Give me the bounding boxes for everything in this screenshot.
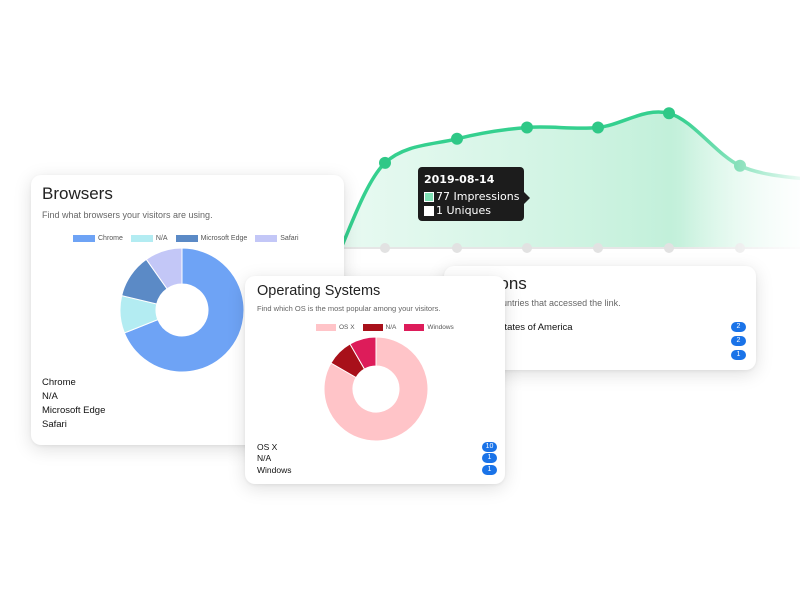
legend-label: Chrome <box>98 235 123 242</box>
os-donut-chart <box>323 336 429 442</box>
location-count-badge: 1 <box>731 350 746 360</box>
legend-label: Microsoft Edge <box>200 235 248 242</box>
browser-label: N/A <box>42 390 58 402</box>
chart-tooltip: 2019-08-14 77 Impressions 1 Uniques <box>418 167 530 221</box>
tooltip-impressions-row: 77 Impressions <box>424 190 519 203</box>
browsers-title: Browsers <box>42 184 113 203</box>
os-legend[interactable]: OS X N/A Windows <box>316 324 454 331</box>
tooltip-impressions: 77 Impressions <box>436 190 520 203</box>
os-list-item: N/A 1 <box>257 453 497 465</box>
os-list: OS X 10 N/A 1 Windows 1 <box>257 441 497 476</box>
legend-swatch <box>73 235 95 242</box>
browser-label: Safari <box>42 418 67 430</box>
os-card: Operating Systems Find which OS is the m… <box>245 276 505 484</box>
os-label: Windows <box>257 464 292 475</box>
browser-label: Microsoft Edge <box>42 404 106 416</box>
legend-label: N/A <box>385 324 397 331</box>
os-count-badge: 10 <box>482 441 497 452</box>
browser-list-item: N/A <box>42 389 242 403</box>
browsers-list: Chrome N/A Microsoft Edge Safari <box>42 375 242 431</box>
browsers-donut-chart <box>119 247 245 373</box>
os-list-item: Windows 1 <box>257 464 497 476</box>
os-legend-item[interactable]: N/A <box>362 324 397 331</box>
os-title: Operating Systems <box>257 283 381 299</box>
legend-label: N/A <box>155 235 168 242</box>
tooltip-uniques-row: 1 Uniques <box>424 204 491 217</box>
legend-swatch <box>255 235 278 242</box>
legend-swatch <box>316 324 336 331</box>
tooltip-date: 2019-08-14 <box>424 173 495 186</box>
os-count-badge: 1 <box>482 464 497 475</box>
os-legend-item[interactable]: Windows <box>404 324 454 331</box>
browsers-legend-item[interactable]: Chrome <box>73 235 123 242</box>
legend-swatch <box>175 235 198 242</box>
os-label: N/A <box>257 453 272 464</box>
legend-label: Windows <box>427 324 454 331</box>
browsers-legend-item[interactable]: N/A <box>130 235 168 242</box>
os-label: OS X <box>257 441 278 452</box>
impressions-swatch <box>424 191 434 202</box>
browser-list-item: Chrome <box>42 375 242 389</box>
legend-swatch <box>404 324 425 331</box>
legend-swatch <box>362 324 383 331</box>
tooltip-uniques: 1 Uniques <box>436 204 492 217</box>
browser-label: Chrome <box>42 376 76 388</box>
os-subtitle: Find which OS is the most popular among … <box>257 304 441 313</box>
browsers-legend[interactable]: Chrome N/A Microsoft Edge Safari <box>73 235 299 242</box>
os-legend-item[interactable]: OS X <box>316 324 355 331</box>
os-count-badge: 1 <box>482 453 497 464</box>
browsers-subtitle: Find what browsers your visitors are usi… <box>42 210 213 220</box>
location-count-badge: 2 <box>731 336 746 346</box>
browsers-legend-item[interactable]: Microsoft Edge <box>175 235 248 242</box>
legend-label: OS X <box>339 324 355 331</box>
legend-label: Safari <box>280 235 299 242</box>
browser-list-item: Microsoft Edge <box>42 403 242 417</box>
os-list-item: OS X 10 <box>257 441 497 453</box>
browsers-legend-item[interactable]: Safari <box>255 235 299 242</box>
browser-list-item: Safari <box>42 417 242 431</box>
legend-swatch <box>130 235 153 242</box>
uniques-swatch <box>424 205 434 216</box>
location-count-badge: 2 <box>731 322 746 332</box>
